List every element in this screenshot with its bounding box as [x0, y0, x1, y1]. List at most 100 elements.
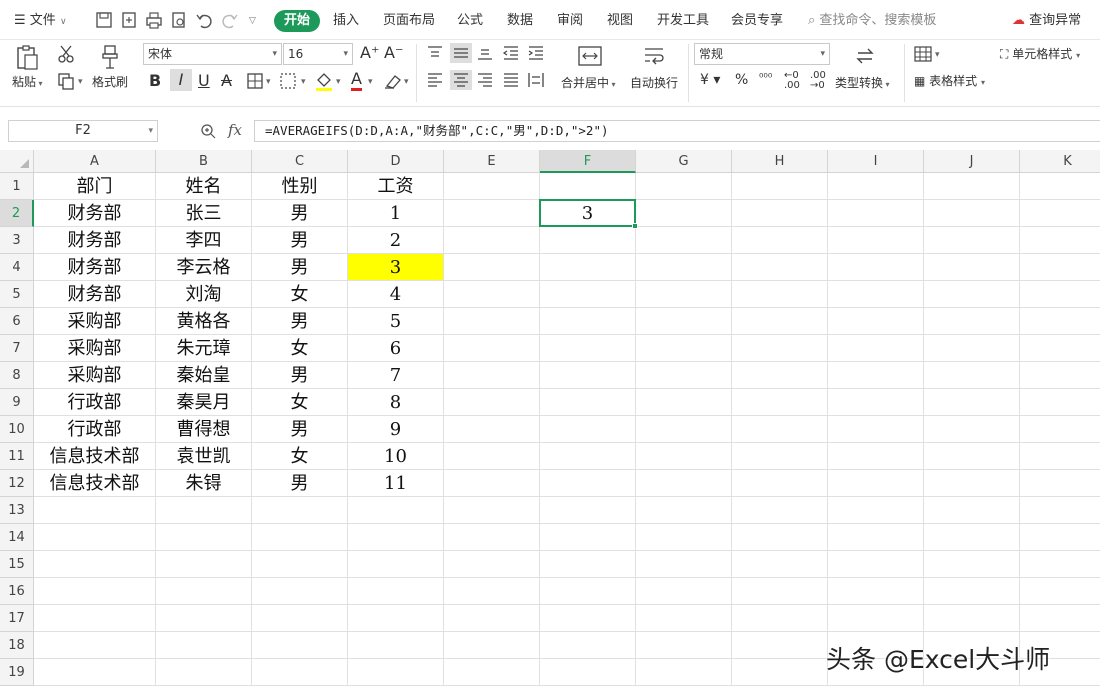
- cell-j7[interactable]: [924, 335, 1020, 362]
- cell-a6[interactable]: 采购部: [34, 308, 156, 335]
- cell-b3[interactable]: 李四: [156, 227, 252, 254]
- align-right-icon[interactable]: [476, 72, 494, 88]
- cell-e19[interactable]: [444, 659, 540, 686]
- row-header[interactable]: 2: [0, 200, 34, 227]
- file-menu[interactable]: ☰ 文件 ∨: [14, 10, 67, 32]
- cell-b13[interactable]: [156, 497, 252, 524]
- cell-c18[interactable]: [252, 632, 348, 659]
- cell-e3[interactable]: [444, 227, 540, 254]
- cell-j2[interactable]: [924, 200, 1020, 227]
- cell-b15[interactable]: [156, 551, 252, 578]
- cell-b12[interactable]: 朱锝: [156, 470, 252, 497]
- cell-i5[interactable]: [828, 281, 924, 308]
- cell-e1[interactable]: [444, 173, 540, 200]
- border-icon[interactable]: [246, 72, 264, 90]
- cell-e2[interactable]: [444, 200, 540, 227]
- merge-center-button[interactable]: 合并居中 ▾: [561, 74, 616, 91]
- cut-icon[interactable]: [56, 44, 76, 64]
- number-format-select[interactable]: 常规 ▾: [694, 43, 830, 65]
- cell-b7[interactable]: 朱元璋: [156, 335, 252, 362]
- tab-member[interactable]: 会员专享: [731, 10, 783, 32]
- cell-e4[interactable]: [444, 254, 540, 281]
- wrap-text-label[interactable]: 自动换行: [630, 74, 678, 91]
- cell-c11[interactable]: 女: [252, 443, 348, 470]
- cell-d6[interactable]: 5: [348, 308, 444, 335]
- cell-i8[interactable]: [828, 362, 924, 389]
- cell-j4[interactable]: [924, 254, 1020, 281]
- cell-h19[interactable]: [732, 659, 828, 686]
- cell-j14[interactable]: [924, 524, 1020, 551]
- tab-insert[interactable]: 插入: [333, 10, 359, 32]
- tab-view[interactable]: 视图: [607, 10, 633, 32]
- decrease-decimal-icon[interactable]: .00 →0: [810, 71, 826, 91]
- cell-h13[interactable]: [732, 497, 828, 524]
- cell-d7[interactable]: 6: [348, 335, 444, 362]
- cell-c1[interactable]: 性别: [252, 173, 348, 200]
- cell-b8[interactable]: 秦始皇: [156, 362, 252, 389]
- cell-b9[interactable]: 秦昊月: [156, 389, 252, 416]
- spreadsheet-grid[interactable]: ABCDEFGHIJK 1 2 3 4 5 6 7 8 9 10 11 12 13 14 15 16 17 18 1…: [0, 150, 1100, 690]
- cell-c9[interactable]: 女: [252, 389, 348, 416]
- cell-h3[interactable]: [732, 227, 828, 254]
- cell-h5[interactable]: [732, 281, 828, 308]
- cell-h15[interactable]: [732, 551, 828, 578]
- cell-c17[interactable]: [252, 605, 348, 632]
- increase-indent-icon[interactable]: [527, 45, 545, 61]
- cell-g7[interactable]: [636, 335, 732, 362]
- cell-i6[interactable]: [828, 308, 924, 335]
- cell-k6[interactable]: [1020, 308, 1100, 335]
- fill-pattern-icon[interactable]: [279, 72, 299, 90]
- cell-f3[interactable]: [540, 227, 636, 254]
- cell-j6[interactable]: [924, 308, 1020, 335]
- print-preview-icon[interactable]: [169, 9, 189, 31]
- cell-i3[interactable]: [828, 227, 924, 254]
- cell-e9[interactable]: [444, 389, 540, 416]
- format-painter-label[interactable]: 格式刷: [92, 73, 128, 90]
- cell-a4[interactable]: 财务部: [34, 254, 156, 281]
- cell-e17[interactable]: [444, 605, 540, 632]
- cell-h2[interactable]: [732, 200, 828, 227]
- chevron-down-icon[interactable]: ▾: [301, 77, 306, 87]
- cell-d10[interactable]: 9: [348, 416, 444, 443]
- cell-g6[interactable]: [636, 308, 732, 335]
- cell-c2[interactable]: 男: [252, 200, 348, 227]
- cell-d3[interactable]: 2: [348, 227, 444, 254]
- column-header-a[interactable]: A: [34, 150, 156, 173]
- italic-icon[interactable]: I: [170, 69, 192, 91]
- cell-h7[interactable]: [732, 335, 828, 362]
- cell-a2[interactable]: 财务部: [34, 200, 156, 227]
- cell-c7[interactable]: 女: [252, 335, 348, 362]
- cell-j1[interactable]: [924, 173, 1020, 200]
- cell-b11[interactable]: 袁世凯: [156, 443, 252, 470]
- cell-c16[interactable]: [252, 578, 348, 605]
- cell-j16[interactable]: [924, 578, 1020, 605]
- column-header-b[interactable]: B: [156, 150, 252, 173]
- cell-b1[interactable]: 姓名: [156, 173, 252, 200]
- cell-j8[interactable]: [924, 362, 1020, 389]
- cell-k10[interactable]: [1020, 416, 1100, 443]
- type-convert-icon[interactable]: [853, 44, 877, 68]
- cell-j11[interactable]: [924, 443, 1020, 470]
- cell-f15[interactable]: [540, 551, 636, 578]
- column-header-h[interactable]: H: [732, 150, 828, 173]
- query-exception-button[interactable]: ☁ 查询异常: [1012, 10, 1081, 32]
- cell-a5[interactable]: 财务部: [34, 281, 156, 308]
- cell-e11[interactable]: [444, 443, 540, 470]
- column-header-g[interactable]: G: [636, 150, 732, 173]
- align-top-icon[interactable]: [426, 45, 444, 61]
- cell-d11[interactable]: 10: [348, 443, 444, 470]
- increase-font-icon[interactable]: A⁺: [360, 43, 379, 62]
- cell-d16[interactable]: [348, 578, 444, 605]
- cell-d2[interactable]: 1: [348, 200, 444, 227]
- tab-data[interactable]: 数据: [507, 10, 533, 32]
- chevron-down-icon[interactable]: ▾: [404, 77, 409, 87]
- cell-a12[interactable]: 信息技术部: [34, 470, 156, 497]
- cell-c19[interactable]: [252, 659, 348, 686]
- column-header-j[interactable]: J: [924, 150, 1020, 173]
- customize-toolbar-icon[interactable]: ▽: [249, 10, 256, 32]
- cell-b4[interactable]: 李云格: [156, 254, 252, 281]
- cell-k15[interactable]: [1020, 551, 1100, 578]
- cell-i13[interactable]: [828, 497, 924, 524]
- align-left-icon[interactable]: [426, 72, 444, 88]
- cell-a9[interactable]: 行政部: [34, 389, 156, 416]
